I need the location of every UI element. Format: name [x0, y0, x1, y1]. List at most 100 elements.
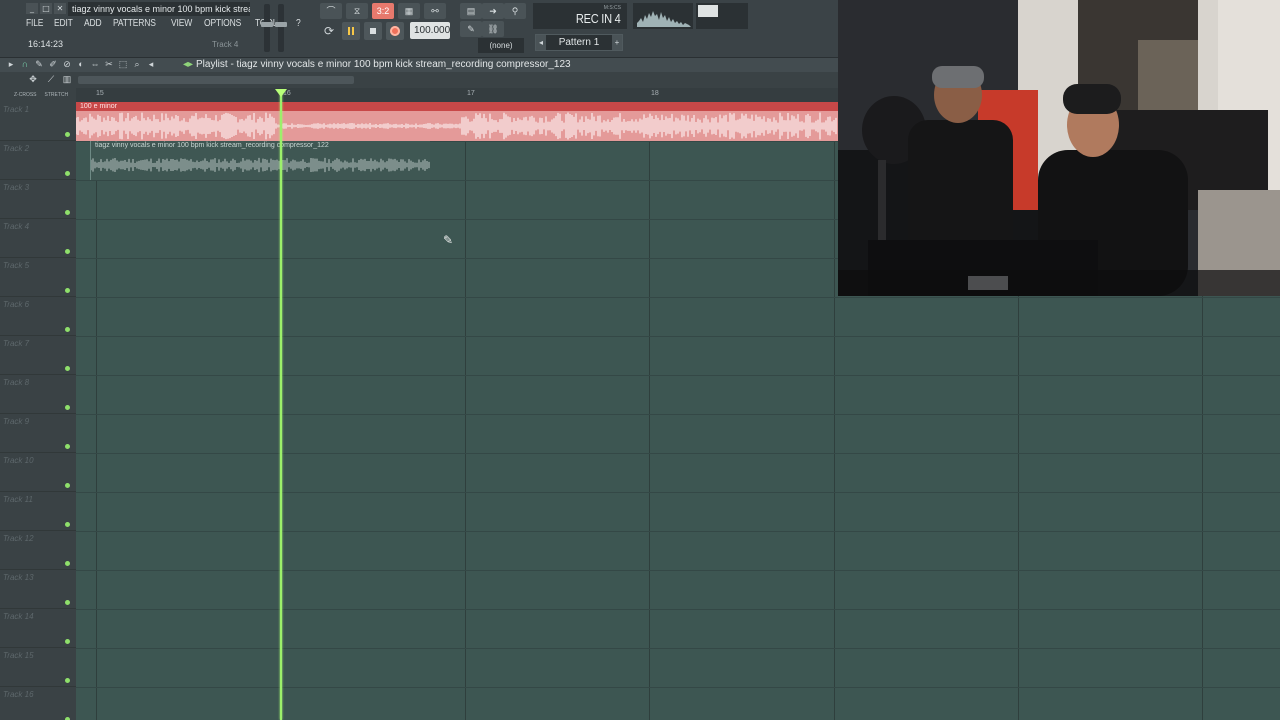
paint-icon[interactable]: ✐: [48, 59, 58, 70]
track-divider: [76, 648, 1280, 649]
select-icon[interactable]: ⬚: [118, 59, 128, 70]
wave-mode-icon[interactable]: ⌒: [320, 3, 342, 19]
track-divider: [76, 687, 1280, 688]
delete-icon[interactable]: ⊘: [62, 59, 72, 70]
track-enable-led[interactable]: [65, 678, 70, 683]
pause-button[interactable]: [342, 22, 360, 40]
timeline-ruler[interactable]: 15 16 17 18: [76, 88, 838, 102]
track-enable-led[interactable]: [65, 366, 70, 371]
minimize-button[interactable]: _: [26, 3, 38, 14]
track-enable-led[interactable]: [65, 171, 70, 176]
track-label: Track 11: [3, 495, 33, 504]
playlist-arrows-icon[interactable]: ◂▸: [183, 59, 193, 70]
move-icon[interactable]: ✥: [28, 74, 38, 85]
track-header-11[interactable]: Track 11: [0, 492, 76, 531]
stretch-toggle[interactable]: STRETCH: [45, 88, 69, 102]
menu-file[interactable]: FILE: [26, 18, 43, 29]
track-header-4[interactable]: Track 4: [0, 219, 76, 258]
track-header-15[interactable]: Track 15: [0, 648, 76, 687]
slip-icon[interactable]: ⇔: [90, 59, 100, 70]
track-label: Track 1: [3, 105, 30, 114]
pattern-prev-icon[interactable]: ◂: [536, 35, 546, 50]
maximize-button[interactable]: □: [40, 3, 52, 14]
tool-icon[interactable]: ⟋: [46, 74, 56, 85]
track-enable-led[interactable]: [65, 561, 70, 566]
master-volume-slider[interactable]: [261, 4, 273, 52]
bar-line: [649, 102, 650, 720]
next-arrow-icon[interactable]: ➜: [482, 3, 504, 19]
step-edit-icon[interactable]: ▦: [398, 3, 420, 19]
options-arrow-icon[interactable]: ▸: [6, 59, 16, 70]
mute-icon[interactable]: ◐: [76, 59, 86, 70]
track-enable-led[interactable]: [65, 639, 70, 644]
menu-add[interactable]: ADD: [84, 18, 102, 29]
pencil-icon[interactable]: ✎: [460, 21, 482, 37]
track-header-16[interactable]: Track 16: [0, 687, 76, 720]
track-label: Track 7: [3, 339, 30, 348]
snap-select[interactable]: (none): [478, 38, 524, 53]
track-enable-led[interactable]: [65, 132, 70, 137]
pattern-selector[interactable]: ◂ Pattern 1 +: [535, 34, 623, 51]
audio-clip-2[interactable]: tiagz vinny vocals e minor 100 bpm kick …: [90, 141, 430, 180]
track-enable-led[interactable]: [65, 405, 70, 410]
track-enable-led[interactable]: [65, 210, 70, 215]
track-enable-led[interactable]: [65, 288, 70, 293]
playhead[interactable]: [280, 92, 282, 720]
track-header-8[interactable]: Track 8: [0, 375, 76, 414]
track-label: Track 12: [3, 534, 34, 543]
link-icon[interactable]: ⛓: [482, 21, 504, 37]
track-enable-led[interactable]: [65, 249, 70, 254]
track-enable-led[interactable]: [65, 600, 70, 605]
menu-options[interactable]: OPTIONS: [204, 18, 241, 29]
track-header-3[interactable]: Track 3: [0, 180, 76, 219]
track-enable-led[interactable]: [65, 522, 70, 527]
track-label: Track 8: [3, 378, 30, 387]
list-icon[interactable]: ▥: [62, 74, 72, 85]
track-header-5[interactable]: Track 5: [0, 258, 76, 297]
audio-clip-1[interactable]: 100 e minor: [76, 102, 838, 141]
project-title: tiagz vinny vocals e minor 100 bpm kick …: [68, 2, 250, 16]
blend-notes-icon[interactable]: ⚯: [424, 3, 446, 19]
track-enable-led[interactable]: [65, 483, 70, 488]
track-header-2[interactable]: Track 2: [0, 141, 76, 180]
menu-patterns[interactable]: PATTERNS: [113, 18, 156, 29]
track-header-9[interactable]: Track 9: [0, 414, 76, 453]
record-button[interactable]: [386, 22, 404, 40]
track-header-12[interactable]: Track 12: [0, 531, 76, 570]
clip-waveform: [76, 112, 837, 140]
track-header-1[interactable]: Track 1: [0, 102, 76, 141]
magnet-icon[interactable]: ∩: [20, 59, 30, 70]
menu-edit[interactable]: EDIT: [54, 18, 73, 29]
menu-view[interactable]: VIEW: [171, 18, 192, 29]
tempo-display[interactable]: 100.000: [410, 22, 450, 39]
zcross-toggle[interactable]: Z-CROSS: [14, 88, 37, 102]
playback-icon[interactable]: ◂: [146, 59, 156, 70]
pattern-label: Pattern 1: [558, 37, 600, 48]
loop-icon[interactable]: ⟳: [320, 22, 338, 40]
plugin-icon[interactable]: ⚲: [504, 3, 526, 19]
piano-roll-icon[interactable]: ▤: [460, 3, 482, 19]
playlist-subbar: ✥ ⟋ ▥: [0, 72, 838, 88]
track-divider: [76, 414, 1280, 415]
clip-waveform: [91, 157, 430, 173]
close-button[interactable]: ✕: [54, 3, 66, 14]
track-header-6[interactable]: Track 6: [0, 297, 76, 336]
stop-button[interactable]: [364, 22, 382, 40]
track-header-7[interactable]: Track 7: [0, 336, 76, 375]
track-enable-led[interactable]: [65, 444, 70, 449]
song-position-counter[interactable]: 3:2: [372, 3, 394, 19]
pattern-add-icon[interactable]: +: [612, 35, 622, 50]
track-header-10[interactable]: Track 10: [0, 453, 76, 492]
draw-icon[interactable]: ✎: [34, 59, 44, 70]
slice-icon[interactable]: ✂: [104, 59, 114, 70]
metronome-icon[interactable]: ⧖: [346, 3, 368, 19]
horizontal-scrollbar[interactable]: [78, 76, 354, 84]
master-pitch-slider[interactable]: [275, 4, 287, 52]
track-enable-led[interactable]: [65, 327, 70, 332]
track-header-14[interactable]: Track 14: [0, 609, 76, 648]
playhead-marker[interactable]: [275, 89, 287, 97]
track-label: Track 15: [3, 651, 34, 660]
zoom-icon[interactable]: ⌕: [132, 59, 142, 70]
track-header-13[interactable]: Track 13: [0, 570, 76, 609]
menu-help[interactable]: ?: [296, 18, 301, 29]
